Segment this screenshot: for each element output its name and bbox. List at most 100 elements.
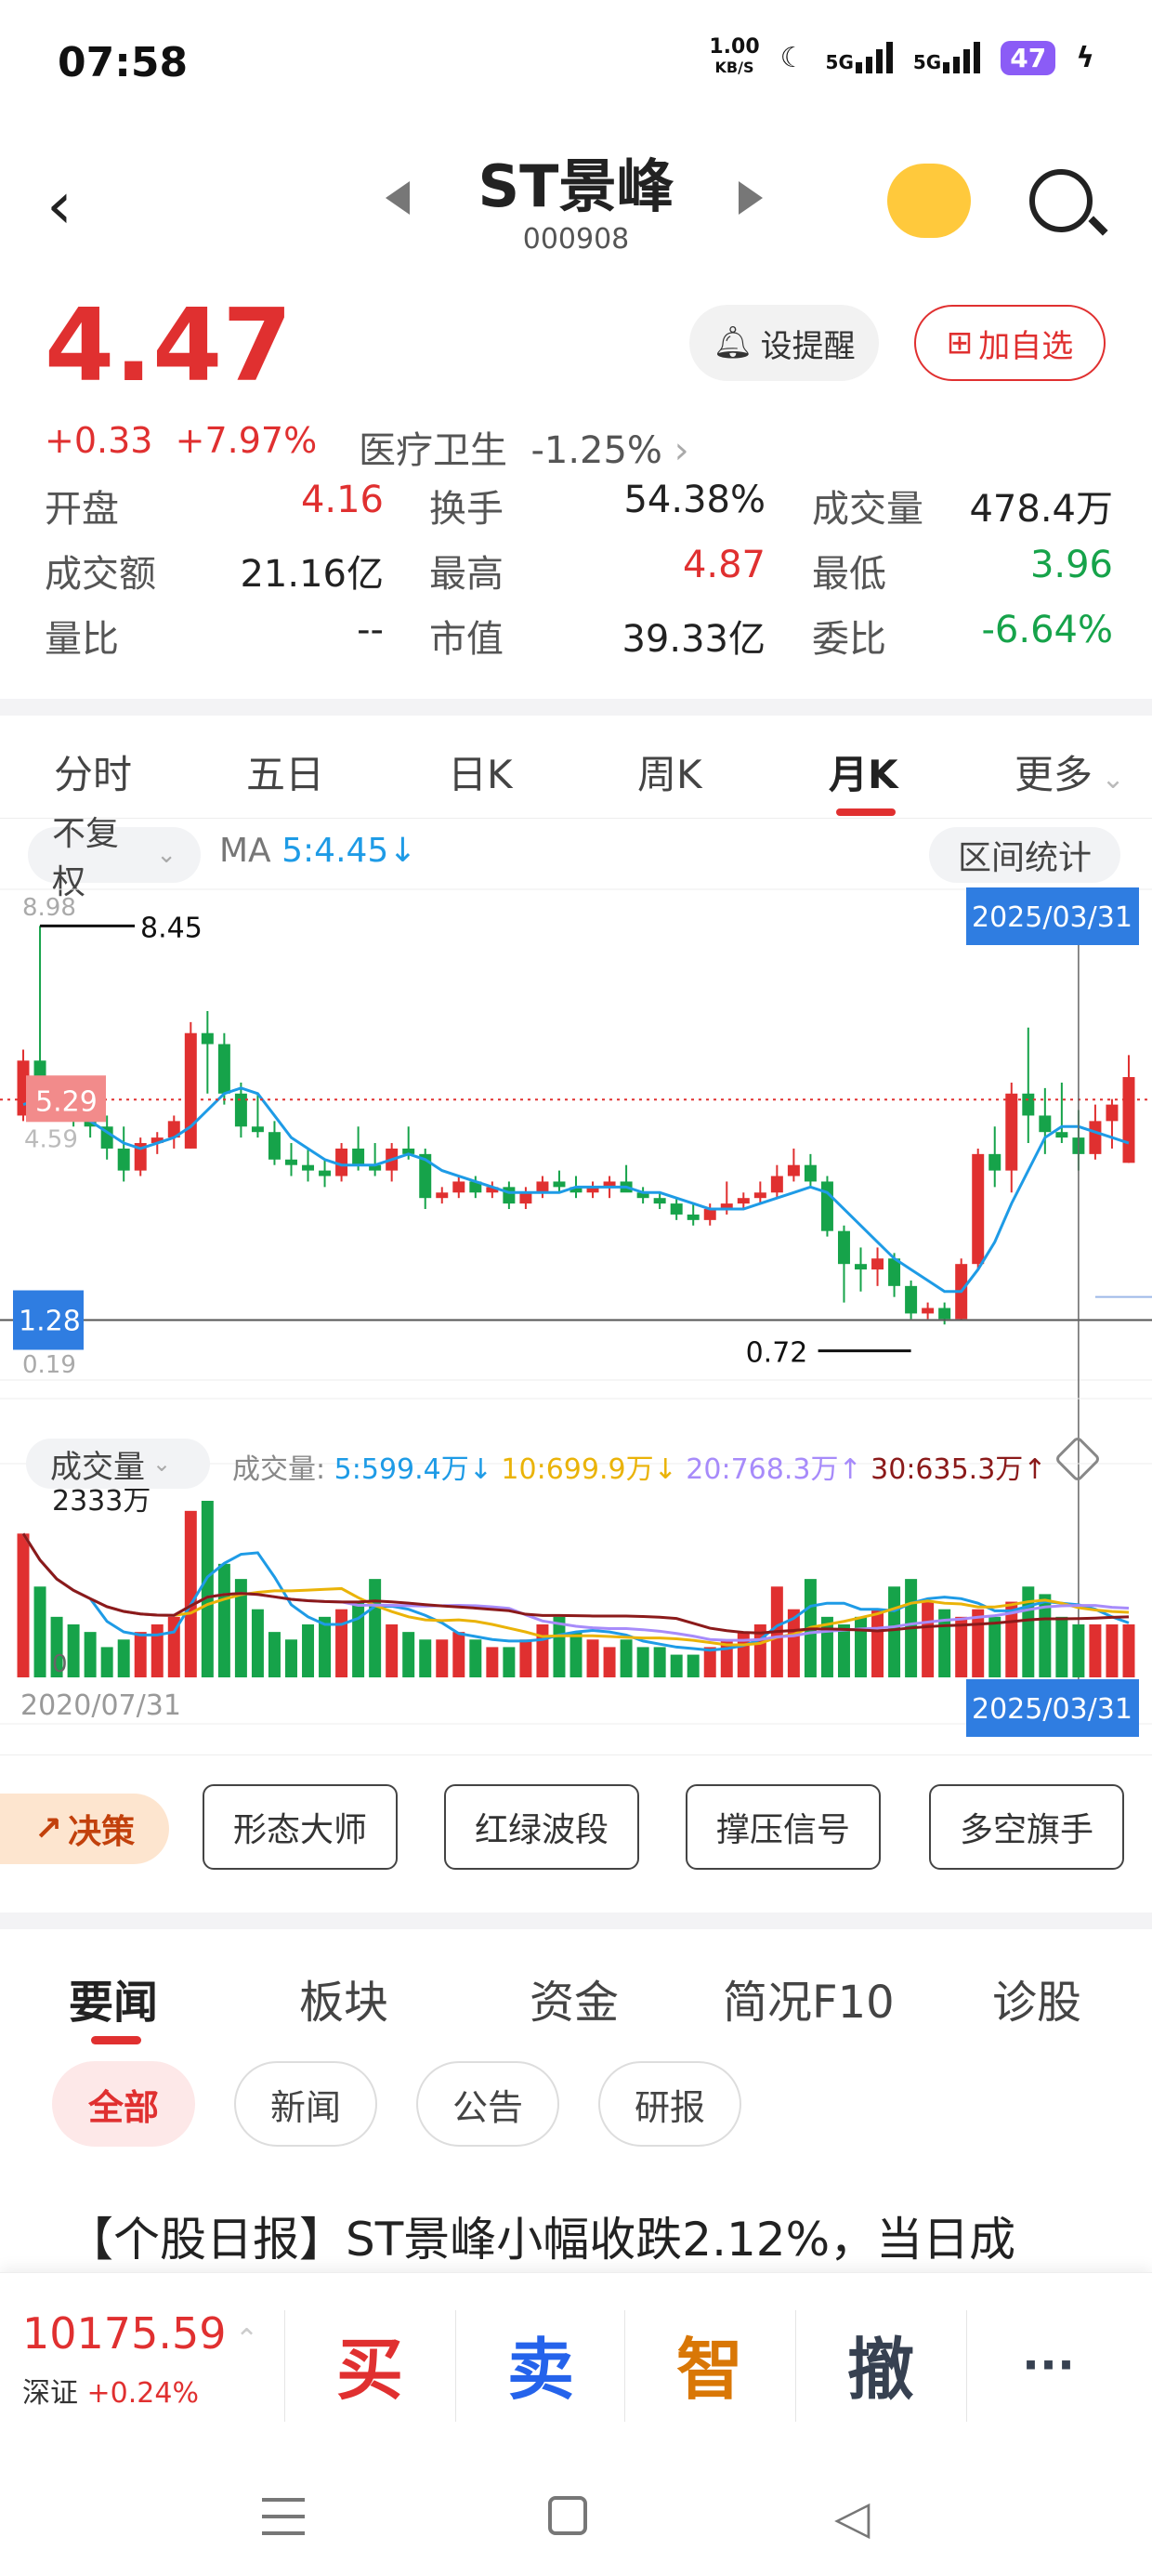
candle [837,1230,850,1265]
stock-name: ST景峰 [478,152,674,220]
tab-more[interactable]: 更多 ⌄ [1015,743,1125,800]
tab-diagnosis[interactable]: 诊股 [992,1965,1081,2031]
section-divider [0,699,1152,716]
signal-icon-2: 5G [913,42,981,73]
stock-code: 000908 [522,223,630,256]
tab-funds[interactable]: 资金 [530,1965,619,2031]
candle [687,1214,700,1220]
volume-bar [201,1501,214,1677]
chevron-down-icon: ⌄ [156,841,177,869]
sell-button[interactable]: 卖 [507,2315,574,2412]
candle [1039,1115,1052,1133]
volume-bar [469,1639,482,1677]
volume-bar [352,1601,365,1677]
volume-bar [117,1639,130,1677]
volume-ma-legend: 成交量: 5:599.4万↓ 10:699.9万↓ 20:768.3万↑ 30:… [232,1453,1047,1486]
filter-all[interactable]: 全部 [52,2061,195,2147]
more-button[interactable]: ··· [1022,2338,1075,2392]
candle [938,1308,951,1320]
candle [905,1285,918,1314]
tab-f10[interactable]: 简况F10 [723,1965,895,2031]
volume-bar [369,1579,382,1677]
volume-bar [33,1586,46,1677]
price-change: +0.33 +7.97% [45,420,318,461]
volume-bar [134,1632,147,1677]
tab-monthly[interactable]: 月K [829,743,898,800]
tab-5day[interactable]: 五日 [246,743,324,800]
candle [519,1192,532,1204]
pattern-master-button[interactable]: 形态大师 [203,1784,398,1870]
filter-research[interactable]: 研报 [598,2061,741,2147]
next-stock-arrow-icon[interactable] [739,181,763,215]
news-headline[interactable]: 【个股日报】ST景峰小幅收跌2.12%，当日成 [67,2202,1015,2269]
volume-bar [285,1639,297,1677]
home-icon[interactable] [548,2496,587,2535]
volume-bar [1089,1623,1102,1677]
tab-minute[interactable]: 分时 [54,743,132,800]
decision-tag[interactable]: ↗ 决策 [0,1794,169,1864]
set-alert-button[interactable]: 🔔︎ 设提醒 [689,305,879,381]
tab-news-headlines[interactable]: 要闻 [69,1965,158,2031]
section-divider-2 [0,1912,1152,1929]
crosshair-price-label: 1.28 [19,1306,81,1338]
volume-bar [184,1510,197,1677]
axis-bottom-label: 0.19 [22,1351,76,1379]
start-date-label: 2020/07/31 [20,1689,181,1722]
chevron-up-icon: ⌃ [226,2323,259,2356]
candle [1005,1093,1018,1171]
ma-indicator: MA 5:4.45↓ [219,832,417,870]
trend-icon: ↗ [33,1809,63,1848]
volume-selector[interactable]: 成交量 ⌄ [26,1439,210,1489]
filter-news[interactable]: 新闻 [234,2061,377,2147]
candle [703,1209,716,1220]
candle [972,1153,985,1265]
bull-bear-button[interactable]: 多空旗手 [929,1784,1124,1870]
volume-bar [1122,1623,1135,1677]
volume-bar [436,1639,449,1677]
stock-header: ‹ ST景峰 000908 [0,130,1152,279]
volume-bar [335,1609,348,1677]
current-price-label: 5.29 [35,1085,98,1118]
volume-bar [703,1647,716,1677]
volume-bar [319,1616,332,1677]
volume-bar [988,1616,1001,1677]
volume-bar [670,1654,683,1677]
filter-announcement[interactable]: 公告 [416,2061,559,2147]
index-value[interactable]: 10175.59 ⌃ [22,2308,258,2359]
candle [670,1203,683,1215]
prev-stock-arrow-icon[interactable] [386,181,410,215]
candle [753,1192,766,1199]
volume-bar [17,1533,30,1677]
news-tab-underline [91,2036,141,2044]
candle [536,1181,549,1193]
mascot-icon[interactable] [887,164,971,238]
adjust-dropdown[interactable]: 不复权 ⌄ [28,815,201,901]
back-icon[interactable]: ◁ [834,2491,870,2544]
range-stats-button[interactable]: 区间统计 [929,827,1120,883]
tab-sector[interactable]: 板块 [299,1965,388,2031]
candle [1106,1104,1119,1122]
volume-bar [922,1601,935,1677]
plus-box-icon: ⊞ [946,324,974,361]
max-label: 8.45 [140,912,203,944]
volume-bar [1055,1616,1068,1677]
tab-weekly[interactable]: 周K [637,743,702,800]
menu-icon[interactable] [262,2498,305,2535]
red-green-band-button[interactable]: 红绿波段 [444,1784,639,1870]
cancel-order-button[interactable]: 撤 [847,2315,914,2412]
volume-bar [536,1623,549,1677]
buy-button[interactable]: 买 [336,2315,403,2412]
candle [117,1148,130,1171]
date-tag-bottom-label: 2025/03/31 [972,1693,1132,1726]
tab-daily[interactable]: 日K [448,743,513,800]
candle [922,1308,935,1314]
sector-link[interactable]: 医疗卫生 -1.25% › [359,420,689,474]
smart-button[interactable]: 智 [676,2315,743,2412]
search-icon[interactable] [1029,169,1093,232]
kline-chart[interactable]: 5.29 4.59 8.98 0.19 8.45 0.72 1.28 2025/03/31 2… [0,887,1152,1752]
candle [436,1192,449,1199]
add-watchlist-button[interactable]: ⊞ 加自选 [914,305,1106,381]
tab-underline [836,808,896,816]
support-resistance-button[interactable]: 撑压信号 [686,1784,881,1870]
candle [352,1148,365,1165]
